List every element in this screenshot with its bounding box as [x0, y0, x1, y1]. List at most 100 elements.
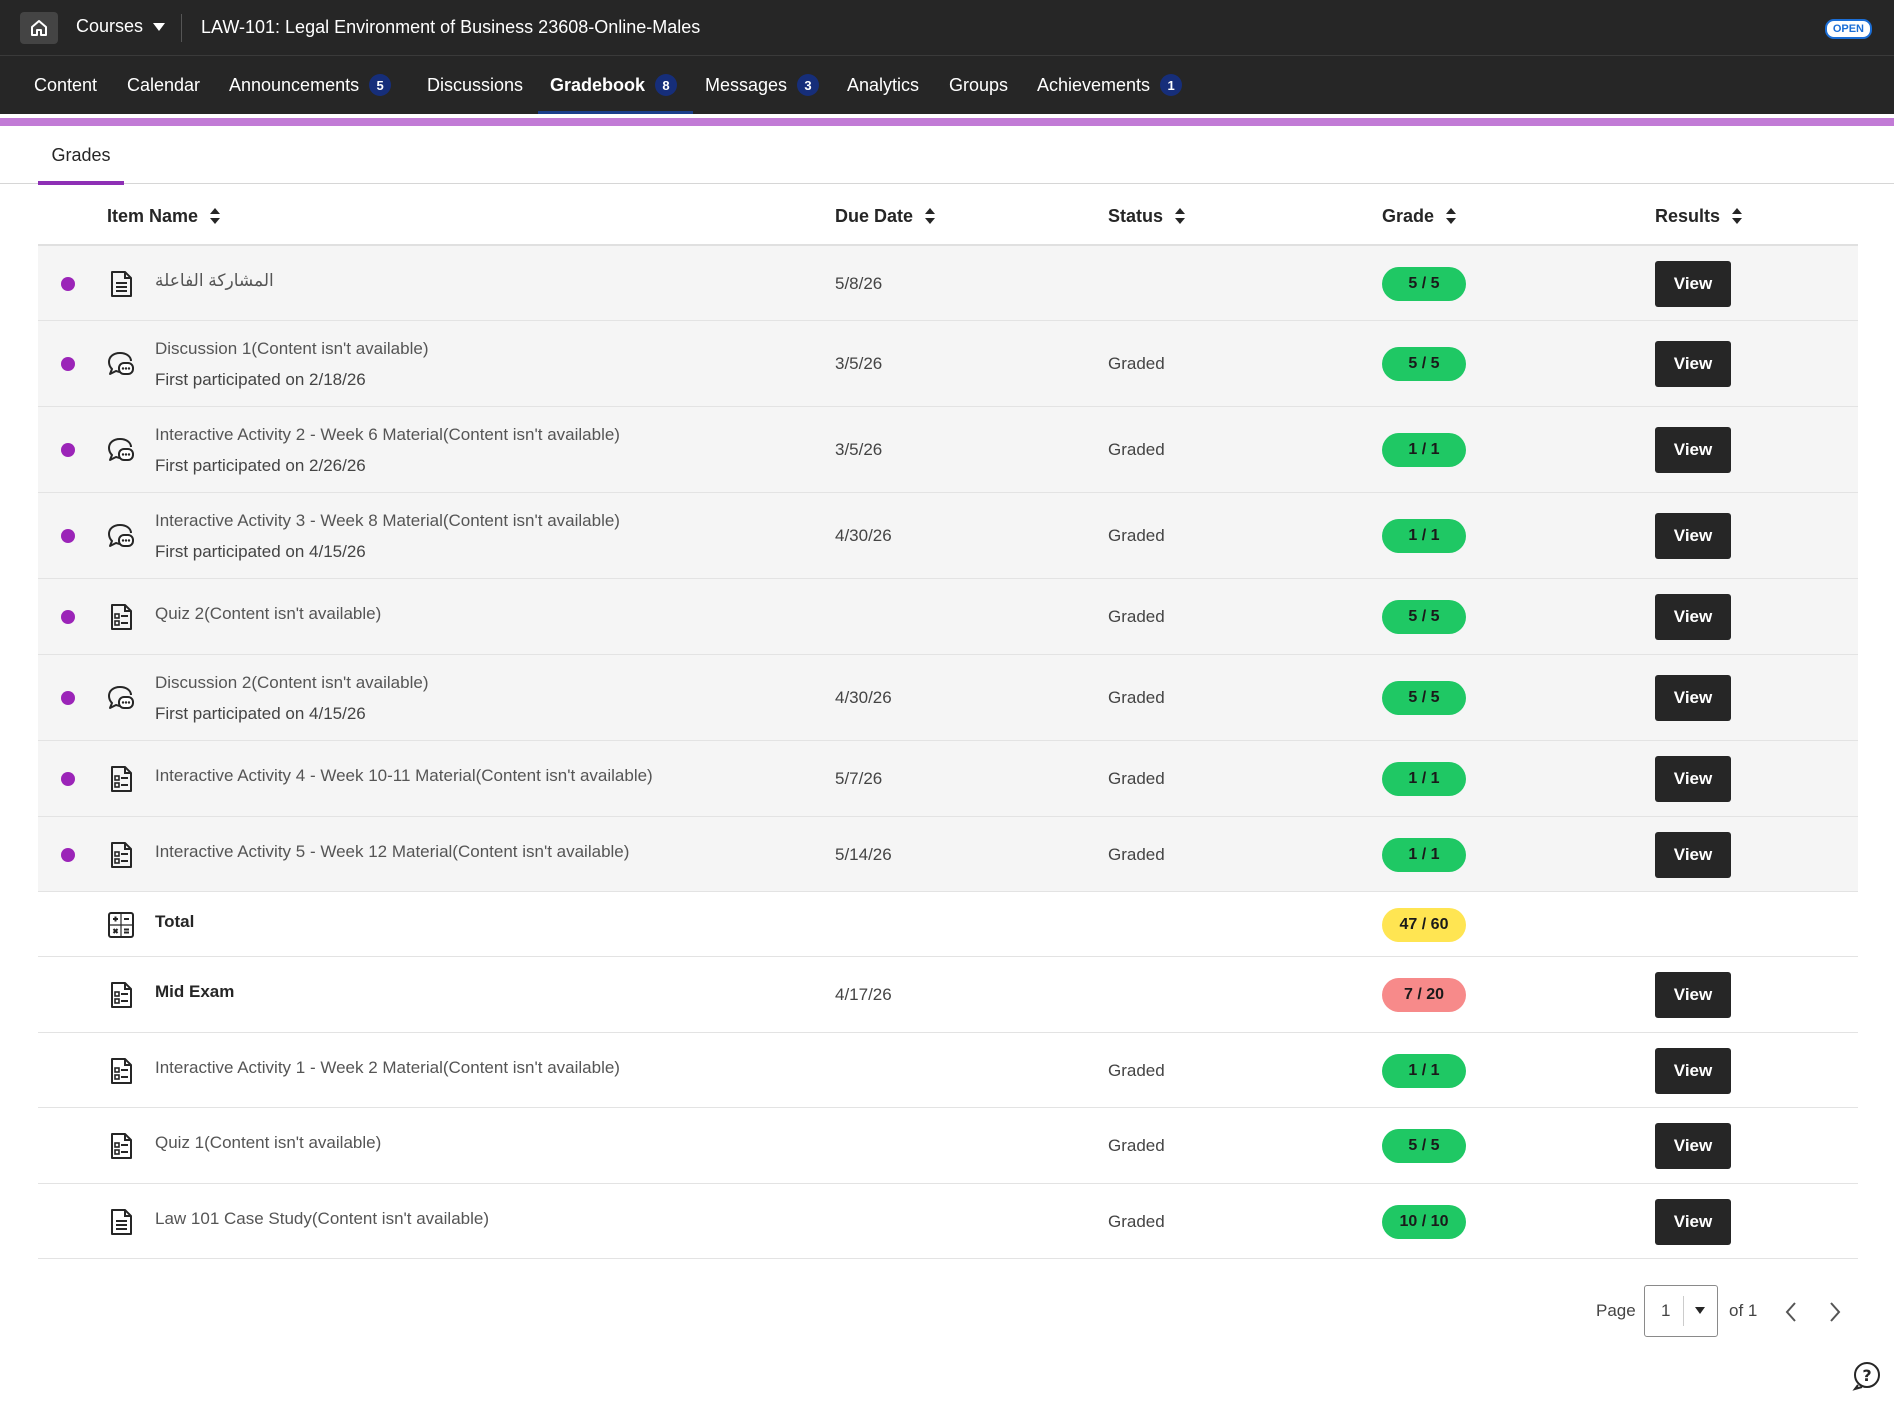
column-label: Due Date: [835, 205, 914, 226]
gradebook-subtabs: Grades: [0, 126, 1894, 185]
view-results-button[interactable]: View: [1655, 427, 1731, 473]
column-label: Grade: [1382, 205, 1435, 226]
view-results-button[interactable]: View: [1655, 831, 1731, 878]
status-text: Graded: [1108, 440, 1165, 459]
item-name-link[interactable]: Discussion 2(Content isn't available): [155, 667, 429, 698]
new-indicator-dot: [61, 443, 75, 457]
view-results-button[interactable]: View: [1655, 341, 1731, 387]
table-row: Discussion 1(Content isn't available) Fi…: [38, 321, 1858, 407]
tab-grades[interactable]: Grades: [38, 126, 124, 185]
home-button[interactable]: [20, 12, 58, 44]
help-button[interactable]: ?: [1852, 1361, 1882, 1391]
tab-announcements[interactable]: Announcements 5: [229, 56, 392, 114]
courses-dropdown[interactable]: Courses: [76, 16, 166, 37]
item-name-link[interactable]: Interactive Activity 5 - Week 12 Materia…: [155, 836, 629, 867]
count-badge: 3: [797, 74, 820, 96]
item-name-cell: Discussion 2(Content isn't available) Fi…: [155, 667, 429, 729]
discussion-icon: [106, 435, 136, 465]
next-page-button[interactable]: [1823, 1298, 1847, 1326]
course-nav: Content Calendar Announcements 5 Discussi…: [0, 56, 1894, 114]
sort-icon: [1175, 208, 1186, 224]
table-row: Quiz 2(Content isn't available) Graded 5 …: [38, 579, 1858, 655]
course-title[interactable]: LAW-101: Legal Environment of Business 2…: [201, 17, 700, 38]
item-name-link[interactable]: Interactive Activity 2 - Week 6 Material…: [155, 419, 620, 450]
tab-discussions[interactable]: Discussions: [427, 56, 523, 114]
tab-analytics[interactable]: Analytics: [847, 56, 919, 114]
tab-gradebook[interactable]: Gradebook 8: [537, 56, 694, 114]
new-indicator-dot: [61, 691, 75, 705]
due-date: 3/5/26: [835, 354, 883, 373]
tab-calendar[interactable]: Calendar: [127, 56, 200, 114]
column-results[interactable]: Results: [1655, 186, 1743, 246]
status-text: Graded: [1108, 354, 1165, 373]
page-select[interactable]: 1: [1644, 1285, 1718, 1337]
grade-pill: 1 / 1: [1382, 519, 1466, 553]
status-text: Graded: [1108, 844, 1165, 864]
chevron-right-icon: [1830, 1302, 1841, 1322]
column-item-name[interactable]: Item Name: [107, 186, 221, 246]
item-name-link[interactable]: Interactive Activity 1 - Week 2 Material…: [155, 1052, 620, 1083]
divider: [1683, 1296, 1684, 1326]
accent-divider: [0, 118, 1894, 126]
status-text: Graded: [1108, 769, 1165, 788]
grade-pill: 5 / 5: [1382, 266, 1466, 301]
tab-label: Achievements: [1037, 74, 1151, 95]
table-row: Interactive Activity 5 - Week 12 Materia…: [38, 817, 1858, 892]
view-results-button[interactable]: View: [1655, 1198, 1731, 1245]
view-results-button[interactable]: View: [1655, 513, 1731, 559]
view-results-button[interactable]: View: [1655, 1047, 1731, 1094]
sort-icon: [210, 208, 221, 224]
grade-pill: 1 / 1: [1382, 433, 1466, 467]
tab-messages[interactable]: Messages 3: [705, 56, 820, 114]
help-icon: ?: [1852, 1362, 1880, 1391]
tab-groups[interactable]: Groups: [949, 56, 1008, 114]
divider: [181, 14, 182, 42]
count-badge: 8: [655, 74, 678, 96]
due-date: 5/14/26: [835, 844, 892, 864]
view-results-button[interactable]: View: [1655, 675, 1731, 721]
tab-content[interactable]: Content: [34, 56, 97, 114]
new-indicator-dot: [61, 357, 75, 371]
chevron-down-icon: [1695, 1307, 1705, 1314]
view-results-button[interactable]: View: [1655, 594, 1731, 640]
tab-label: Discussions: [427, 74, 524, 95]
item-name-cell: Quiz 2(Content isn't available): [155, 598, 381, 629]
item-name-link[interactable]: Law 101 Case Study(Content isn't availab…: [155, 1203, 489, 1234]
table-row: Interactive Activity 3 - Week 8 Material…: [38, 493, 1858, 579]
item-name-link[interactable]: المشاركة الفاعلة: [155, 265, 274, 296]
new-indicator-dot: [61, 529, 75, 543]
item-name-link[interactable]: Discussion 1(Content isn't available): [155, 333, 429, 364]
column-grade[interactable]: Grade: [1382, 186, 1457, 246]
due-date: 5/8/26: [835, 273, 883, 293]
item-name-cell: المشاركة الفاعلة: [155, 265, 274, 296]
previous-page-button[interactable]: [1779, 1298, 1803, 1326]
grade-pill: 5 / 5: [1382, 681, 1466, 715]
table-row: Mid Exam 4/17/26 7 / 20 View: [38, 957, 1858, 1033]
view-results-button[interactable]: View: [1655, 260, 1731, 307]
column-due-date[interactable]: Due Date: [835, 186, 936, 246]
column-status[interactable]: Status: [1108, 186, 1186, 246]
test-icon: [106, 1131, 136, 1161]
item-name-link[interactable]: Mid Exam: [155, 976, 234, 1007]
item-name-link[interactable]: Interactive Activity 3 - Week 8 Material…: [155, 505, 620, 536]
participation-note: First participated on 2/18/26: [155, 370, 366, 389]
view-results-button[interactable]: View: [1655, 756, 1731, 802]
item-name-link[interactable]: Total: [155, 906, 194, 937]
tab-label: Groups: [949, 74, 1009, 95]
open-status-badge: OPEN: [1824, 19, 1872, 39]
item-name-link[interactable]: Interactive Activity 4 - Week 10-11 Mate…: [155, 760, 653, 791]
test-icon: [106, 840, 136, 870]
participation-note: First participated on 4/15/26: [155, 542, 366, 561]
view-results-button[interactable]: View: [1655, 1123, 1731, 1169]
item-name-cell: Total: [155, 906, 194, 937]
item-name-cell: Mid Exam: [155, 976, 234, 1007]
test-icon: [106, 602, 136, 632]
tab-achievements[interactable]: Achievements 1: [1037, 56, 1183, 114]
item-name-cell: Interactive Activity 1 - Week 2 Material…: [155, 1052, 620, 1083]
item-name-link[interactable]: Quiz 2(Content isn't available): [155, 598, 381, 629]
view-results-button[interactable]: View: [1655, 972, 1731, 1018]
new-indicator-dot: [61, 772, 75, 786]
home-icon: [31, 20, 47, 36]
item-name-link[interactable]: Quiz 1(Content isn't available): [155, 1127, 381, 1158]
calculator-icon: [106, 910, 136, 940]
